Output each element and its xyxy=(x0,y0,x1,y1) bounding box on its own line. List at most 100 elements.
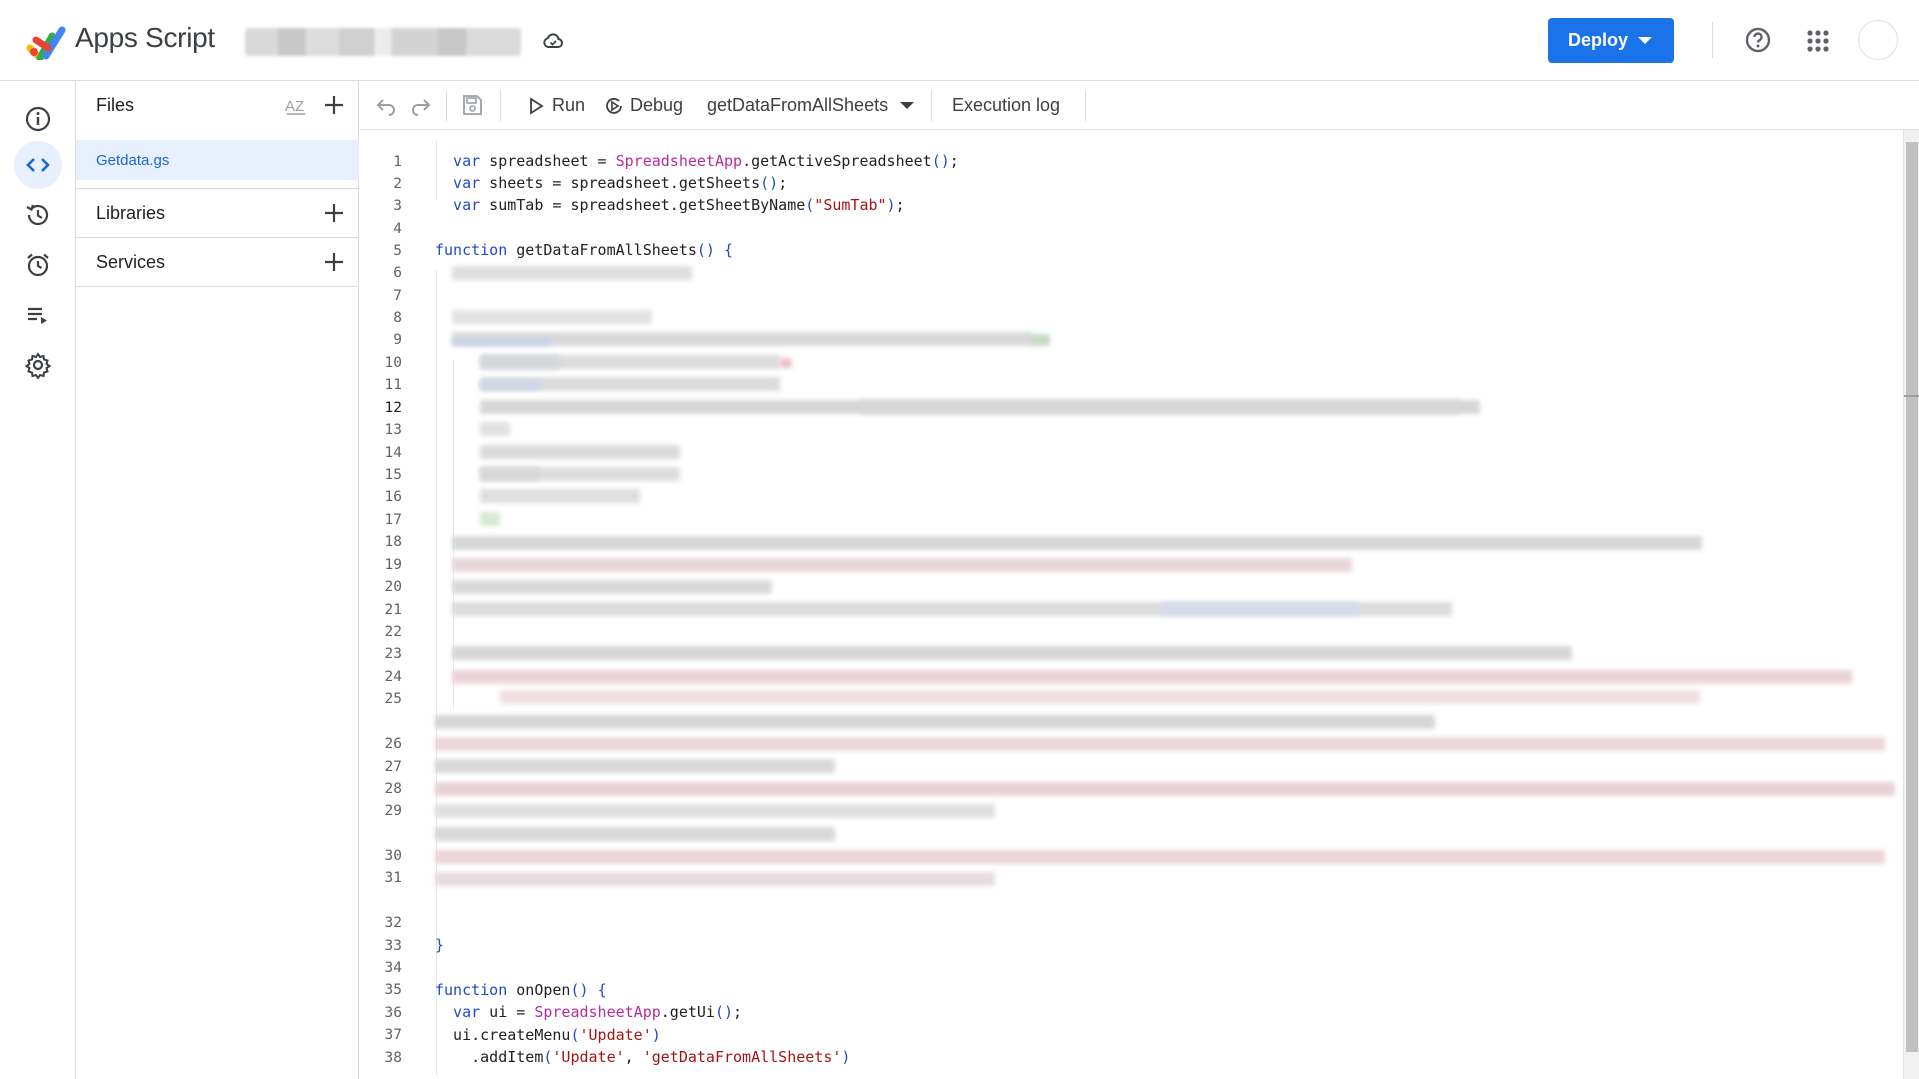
redacted-code-block xyxy=(435,872,995,886)
line-number: 18 xyxy=(384,534,402,550)
redacted-code-block xyxy=(480,445,680,459)
redacted-code-block xyxy=(860,400,1460,414)
redacted-code-block xyxy=(435,737,1885,751)
line-number: 23 xyxy=(384,646,402,662)
function-select[interactable]: getDataFromAllSheets xyxy=(707,81,915,130)
apps-script-logo[interactable] xyxy=(26,22,70,60)
line-number: 7 xyxy=(393,288,402,304)
redacted-code-block xyxy=(452,580,772,594)
app-title: Apps Script xyxy=(75,22,215,53)
redacted-code-block xyxy=(780,358,792,368)
line-number: 11 xyxy=(384,377,402,393)
project-history-button[interactable] xyxy=(14,191,62,239)
debug-button[interactable]: Debug xyxy=(604,81,683,130)
line-number: 24 xyxy=(384,669,402,685)
redacted-code-block xyxy=(1030,334,1050,346)
executions-icon xyxy=(28,307,47,324)
editor-toolbar: Run Debug getDataFromAllSheets Execution… xyxy=(360,81,1919,130)
line-number: 29 xyxy=(384,803,402,819)
line-number: 14 xyxy=(384,445,402,461)
toolbar-divider xyxy=(446,91,447,121)
account-avatar[interactable] xyxy=(1858,20,1898,60)
run-button[interactable]: Run xyxy=(526,81,585,130)
line-number: 5 xyxy=(393,243,402,259)
line-number: 22 xyxy=(384,624,402,640)
line-number: 38 xyxy=(384,1050,402,1066)
line-number: 25 xyxy=(384,691,402,707)
redacted-code-block xyxy=(480,355,780,369)
code-line-35: function onOpen() { xyxy=(435,981,607,999)
overview-button[interactable] xyxy=(14,95,62,143)
services-divider xyxy=(76,286,359,287)
line-number: 15 xyxy=(384,467,402,483)
scrollbar-thumb[interactable] xyxy=(1906,142,1918,1052)
code-editor[interactable]: 1 2 3 4 5 6 7 8 9 10 11 12 13 14 15 16 17 18 19 20 21 22 23 24 2… xyxy=(360,130,1919,1079)
code-line-1: var spreadsheet = SpreadsheetApp.getActi… xyxy=(435,152,959,170)
top-app-bar: Apps Script Deploy xyxy=(0,0,1919,81)
line-number: 12 xyxy=(384,400,402,416)
run-label: Run xyxy=(552,95,586,115)
settings-button[interactable] xyxy=(14,341,62,389)
indent-guide xyxy=(436,270,437,1075)
redacted-code-block xyxy=(1160,602,1360,616)
line-number: 34 xyxy=(384,960,402,976)
redacted-code-block xyxy=(452,646,1572,660)
editor-button[interactable] xyxy=(14,141,62,189)
vertical-scrollbar[interactable] xyxy=(1903,130,1919,1079)
toolbar-divider xyxy=(500,91,501,121)
history-icon xyxy=(26,204,49,226)
debug-icon xyxy=(606,97,622,114)
redacted-code-block xyxy=(480,467,680,481)
executions-button[interactable] xyxy=(14,291,62,339)
cursor-position-marker xyxy=(1904,395,1919,397)
line-number: 3 xyxy=(393,198,402,214)
execution-log-label: Execution log xyxy=(952,95,1061,115)
libraries-label: Libraries xyxy=(96,202,166,223)
help-icon[interactable] xyxy=(1744,26,1772,54)
line-number: 16 xyxy=(384,489,402,505)
header-divider xyxy=(1712,22,1713,58)
chevron-down-icon xyxy=(1638,37,1652,44)
deploy-button[interactable]: Deploy xyxy=(1548,18,1674,63)
line-number: 17 xyxy=(384,512,402,528)
code-line-3: var sumTab = spreadsheet.getSheetByName(… xyxy=(435,196,905,214)
redacted-code-block xyxy=(435,759,835,773)
line-number: 9 xyxy=(393,332,402,348)
project-name[interactable] xyxy=(245,28,521,56)
line-number: 4 xyxy=(393,221,402,237)
undo-icon[interactable] xyxy=(374,93,398,117)
sort-az-icon[interactable]: AZ xyxy=(283,93,309,119)
redo-icon[interactable] xyxy=(409,93,433,117)
deploy-label: Deploy xyxy=(1568,30,1629,50)
function-select-value: getDataFromAllSheets xyxy=(707,95,889,115)
code-line-38: .addItem('Update', 'getDataFromAllSheets… xyxy=(435,1048,851,1066)
execution-log-button[interactable]: Execution log xyxy=(952,81,1060,130)
line-number: 13 xyxy=(384,422,402,438)
files-label: Files xyxy=(96,94,135,115)
add-file-icon[interactable] xyxy=(321,92,347,118)
info-icon xyxy=(25,106,51,132)
line-number-gutter: 1 2 3 4 5 6 7 8 9 10 11 12 13 14 15 16 17 18 19 20 21 22 23 24 2… xyxy=(360,130,422,1079)
code-line-2: var sheets = spreadsheet.getSheets(); xyxy=(435,174,788,192)
line-number: 35 xyxy=(384,982,402,998)
redacted-code-block xyxy=(452,338,552,346)
redacted-code-block xyxy=(480,380,540,390)
chevron-down-icon xyxy=(900,102,915,109)
file-item-getdata[interactable]: Getdata.gs xyxy=(76,140,359,180)
line-number: 10 xyxy=(384,355,402,371)
navigation-rail xyxy=(0,81,76,1079)
redacted-code-block xyxy=(435,804,995,818)
triggers-button[interactable] xyxy=(14,241,62,289)
services-row[interactable]: Services xyxy=(76,238,359,286)
save-icon[interactable] xyxy=(460,93,484,117)
alarm-icon xyxy=(27,253,49,277)
add-service-icon[interactable] xyxy=(321,249,347,275)
redacted-code-block xyxy=(452,536,1702,550)
line-number: 1 xyxy=(393,154,402,170)
code-line-37: ui.createMenu('Update') xyxy=(435,1026,661,1044)
line-number: 36 xyxy=(384,1005,402,1021)
add-library-icon[interactable] xyxy=(321,200,347,226)
google-apps-icon[interactable] xyxy=(1805,28,1831,54)
svg-text:AZ: AZ xyxy=(285,98,304,115)
libraries-row[interactable]: Libraries xyxy=(76,189,359,237)
